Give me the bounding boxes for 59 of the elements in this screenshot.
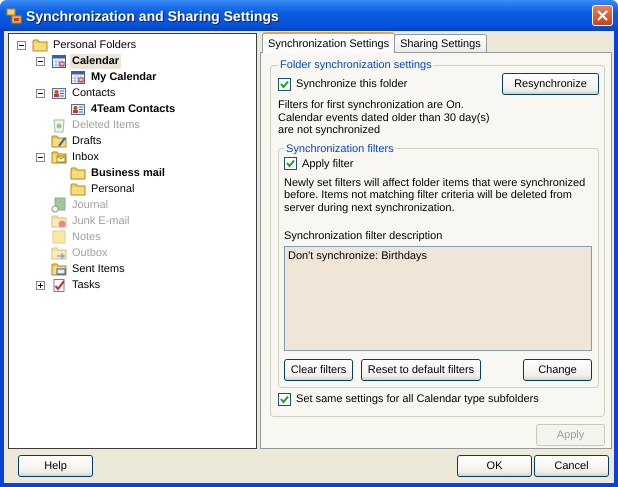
tab[interactable]: Sharing Settings [394,34,487,52]
outbox-icon [51,245,67,261]
tree-item[interactable]: Sent Items [70,262,127,276]
dialog-button[interactable]: OK [457,455,532,477]
group-title: Folder synchronization settings [279,59,433,71]
trash-icon [51,117,67,133]
description-label: Synchronization filter description [284,230,444,242]
journal-icon [51,197,67,213]
tree-item[interactable]: Contacts [70,86,118,100]
drafts-icon [51,133,67,149]
sent-icon [51,261,67,277]
junk-icon [51,213,67,229]
folder-icon [70,181,86,197]
notes-icon [51,229,67,245]
group-title: Synchronization filters [285,142,395,154]
filter-button[interactable]: Change [523,359,592,381]
tree-item[interactable]: Personal [89,182,136,196]
checkbox-label: Set same settings for all Calendar type subfolders [296,393,539,405]
close-icon [597,10,608,21]
dialog-button[interactable]: Help [18,455,93,477]
note-text: Newly set filters will affect folder items that were synchronized before. Items not matching filter criteria will be deleted from server during next synchronization. [284,176,586,214]
checkbox[interactable] [284,157,297,170]
checkbox-label: Apply filter [302,158,354,170]
tree-item[interactable]: Personal Folders [51,38,138,52]
expand-icon[interactable] [36,280,44,290]
info-text: are not synchronized [278,124,382,136]
calendar-icon [51,53,67,69]
filter-button[interactable]: Clear filters [284,359,353,381]
window-title: Synchronization and Sharing Settings [26,8,280,24]
info-text: Calendar events dated older than 30 day(s) [278,112,491,124]
tree-item[interactable]: Inbox [70,150,101,164]
tree-item[interactable]: Business mail [89,166,167,180]
folders-icon [6,8,22,24]
contacts-icon [51,85,67,101]
tab[interactable]: Synchronization Settings [262,32,396,53]
collapse-icon[interactable] [16,40,26,50]
collapse-icon[interactable] [36,56,44,66]
collapse-icon[interactable] [36,152,44,162]
dialog-button[interactable]: Cancel [534,455,609,477]
folder-icon [32,37,48,53]
calendar-icon [70,69,86,85]
collapse-icon[interactable] [36,88,44,98]
tree-item[interactable]: Drafts [70,134,104,148]
tree-item[interactable]: My Calendar [89,70,158,84]
description-box: Don't synchronize: Birthdays [284,246,592,351]
filter-button[interactable]: Reset to default filters [361,359,481,381]
tree-item[interactable]: Tasks [70,278,102,292]
inbox-icon [51,149,67,165]
close-button[interactable] [592,5,613,26]
checkbox[interactable] [278,78,291,90]
tasks-icon [51,277,67,293]
checkbox[interactable] [278,392,291,406]
resynchronize-button[interactable]: Resynchronize [502,73,599,95]
contacts-icon [70,101,86,117]
folder-icon [70,165,86,181]
info-text: Filters for first synchronization are On. [278,99,465,112]
tree-item[interactable]: 4Team Contacts [89,102,178,116]
tree-item[interactable]: Calendar [70,54,122,68]
checkbox-label: Synchronize this folder [296,78,408,90]
